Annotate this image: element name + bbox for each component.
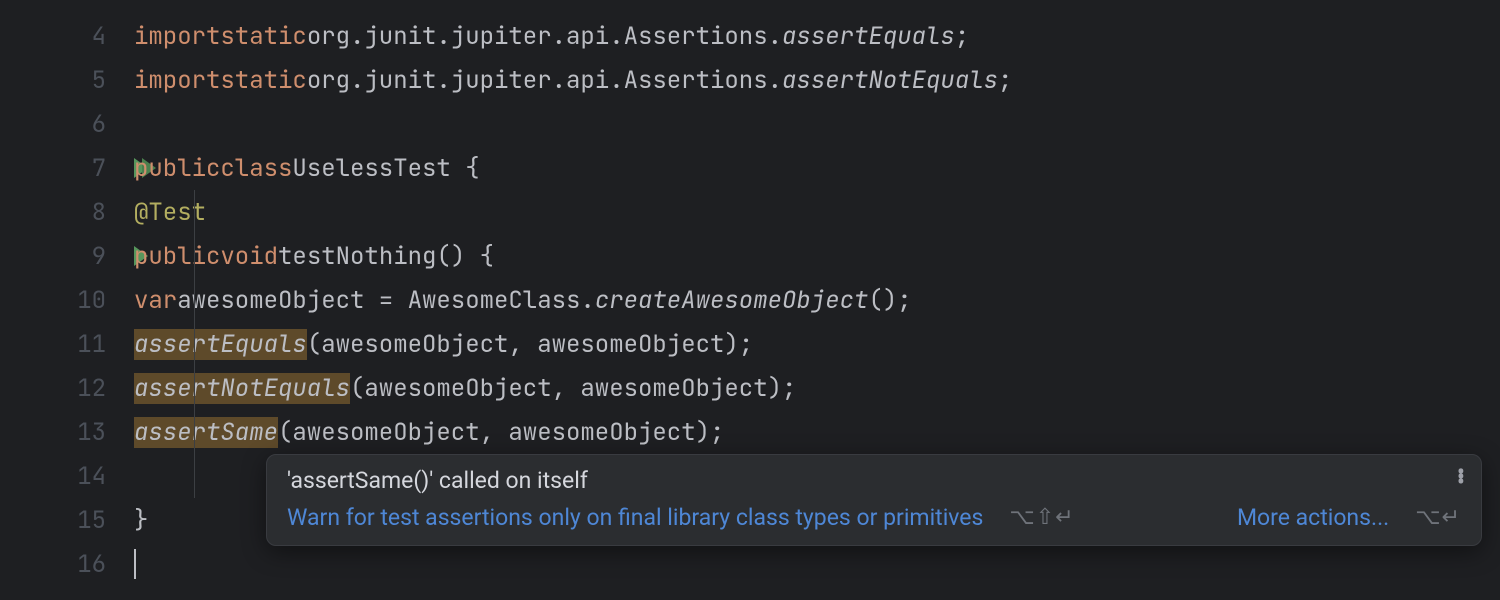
line-number: 5 (92, 65, 106, 96)
code-line[interactable]: @Test (134, 190, 1500, 234)
inspection-highlight: assertSame (134, 417, 278, 448)
code-area[interactable]: import static org.junit.jupiter.api.Asse… (120, 0, 1500, 600)
code-line[interactable]: public void testNothing() { (134, 234, 1500, 278)
line-number: 15 (77, 505, 106, 536)
line-number: 12 (77, 373, 106, 404)
line-number: 14 (77, 461, 106, 492)
more-actions-link[interactable]: More actions... (1237, 504, 1389, 531)
code-line[interactable]: assertSame(awesomeObject, awesomeObject)… (134, 410, 1500, 454)
shortcut-hint: ⌥↵ (1415, 505, 1461, 530)
line-number: 6 (92, 109, 106, 140)
line-number: 7 (92, 153, 106, 184)
line-number: 16 (77, 549, 106, 580)
inspection-highlight: assertEquals (134, 329, 307, 360)
code-line[interactable]: assertEquals(awesomeObject, awesomeObjec… (134, 322, 1500, 366)
code-line[interactable] (134, 542, 1500, 586)
code-line[interactable]: public class UselessTest { (134, 146, 1500, 190)
code-line[interactable]: import static org.junit.jupiter.api.Asse… (134, 58, 1500, 102)
code-line[interactable] (134, 102, 1500, 146)
indent-guide (194, 190, 195, 498)
inspection-title: 'assertSame()' called on itself (287, 467, 1461, 494)
inspection-popup[interactable]: ••• 'assertSame()' called on itself Warn… (266, 454, 1482, 546)
code-editor[interactable]: 4 5 6 7 8 9 10 11 12 13 14 15 16 import … (0, 0, 1500, 600)
code-line[interactable]: import static org.junit.jupiter.api.Asse… (134, 14, 1500, 58)
line-number: 11 (77, 329, 106, 360)
quick-fix-primary[interactable]: Warn for test assertions only on final l… (287, 504, 983, 531)
caret (134, 549, 136, 579)
shortcut-hint: ⌥⇧↵ (1009, 505, 1074, 530)
line-number: 13 (77, 417, 106, 448)
line-number: 10 (77, 285, 106, 316)
line-number: 8 (92, 197, 106, 228)
code-line[interactable]: assertNotEquals(awesomeObject, awesomeOb… (134, 366, 1500, 410)
kebab-icon[interactable]: ••• (1457, 465, 1465, 480)
line-number: 9 (92, 241, 106, 272)
code-line[interactable]: var awesomeObject = AwesomeClass.createA… (134, 278, 1500, 322)
line-number: 4 (92, 21, 106, 52)
inspection-highlight: assertNotEquals (134, 373, 350, 404)
line-gutter: 4 5 6 7 8 9 10 11 12 13 14 15 16 (0, 0, 120, 600)
